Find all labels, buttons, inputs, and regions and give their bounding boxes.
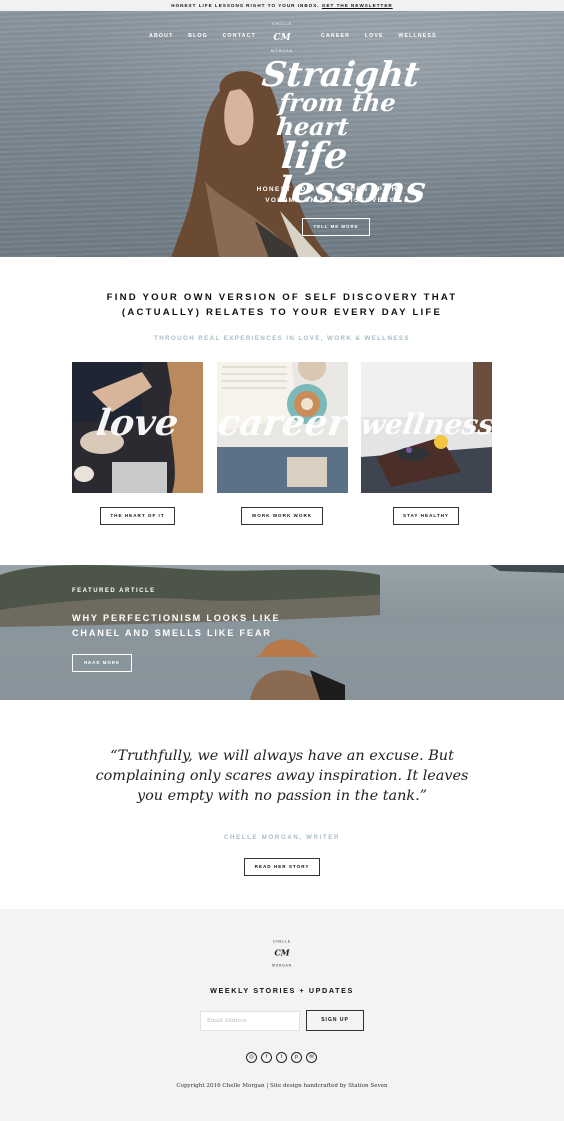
hero-script-line-2: from the heart <box>275 88 398 141</box>
nav-about[interactable]: ABOUT <box>149 33 173 39</box>
svg-text:CHELLE: CHELLE <box>273 939 291 943</box>
nav-left: ABOUT BLOG CONTACT <box>149 33 268 39</box>
email-field[interactable] <box>200 1011 300 1031</box>
work-work-work-button[interactable]: WORK WORK WORK <box>241 507 323 525</box>
newsletter-topbar: HONEST LIFE LESSONS RIGHT TO YOUR INBOX.… <box>0 0 564 11</box>
logo-initials: CM <box>273 33 291 43</box>
instagram-icon[interactable]: ◎ <box>246 1052 257 1063</box>
footer-newsletter-title: WEEKLY STORIES + UPDATES <box>210 986 354 995</box>
hero-script-line-1: Straight <box>259 55 422 95</box>
quote-text: “Truthfully, we will always have an excu… <box>95 748 469 804</box>
email-icon[interactable]: ✉ <box>306 1052 317 1063</box>
nav-love[interactable]: LOVE <box>365 33 384 39</box>
stay-healthy-button[interactable]: STAY HEALTHY <box>393 507 459 525</box>
read-more-button[interactable]: READ MORE <box>72 654 132 672</box>
twitter-icon[interactable]: t <box>276 1052 287 1063</box>
site-logo[interactable]: CM CHELLE MORGAN <box>264 19 300 55</box>
footer-logo-initials: CM <box>274 948 290 958</box>
card-career-image[interactable]: career <box>217 362 348 493</box>
topbar-text: HONEST LIFE LESSONS RIGHT TO YOUR INBOX. <box>171 3 320 8</box>
read-her-story-button[interactable]: READ HER STORY <box>244 858 320 876</box>
quote-author: CHELLE MORGAN, WRITER <box>223 834 341 841</box>
card-love-image[interactable]: love <box>72 362 203 493</box>
hero-subtitle-line-1: HONEST ADVICE TO TURN UP THE <box>256 186 404 193</box>
card-career-word: career <box>217 402 348 444</box>
card-love-word: love <box>93 402 182 444</box>
svg-text:MORGAN: MORGAN <box>272 963 292 967</box>
hero-banner: ABOUT BLOG CONTACT CM CHELLE MORGAN CARE… <box>0 11 564 257</box>
footer-logo[interactable]: CM CHELLE MORGAN <box>266 937 298 969</box>
tell-me-more-button[interactable]: TELL ME MORE <box>302 218 370 236</box>
svg-text:MORGAN: MORGAN <box>271 49 293 53</box>
hero-subtitle-line-2: VOLUME ON SELF DISCOVERY <box>265 197 395 204</box>
nav-contact[interactable]: CONTACT <box>223 33 256 39</box>
nav-blog[interactable]: BLOG <box>188 33 208 39</box>
discovery-title: FIND YOUR OWN VERSION OF SELF DISCOVERY … <box>0 290 564 320</box>
nav-wellness[interactable]: WELLNESS <box>398 33 436 39</box>
copyright-text: Copyright 2016 Chelle Morgan | Site desi… <box>176 1083 388 1089</box>
featured-label: FEATURED ARTICLE <box>72 588 156 594</box>
card-wellness-word: wellness <box>361 408 492 441</box>
nav-right: CAREER LOVE WELLNESS <box>321 33 449 39</box>
svg-text:CHELLE: CHELLE <box>272 22 292 26</box>
discovery-subtitle: THROUGH REAL EXPERIENCES IN LOVE, WORK &… <box>154 335 410 342</box>
featured-title-line-2: CHANEL AND SMELLS LIKE FEAR <box>72 628 272 638</box>
card-wellness-image[interactable]: wellness <box>361 362 492 493</box>
featured-title[interactable]: WHY PERFECTIONISM LOOKS LIKE CHANEL AND … <box>72 611 302 641</box>
facebook-icon[interactable]: f <box>261 1052 272 1063</box>
hero-subtitle: HONEST ADVICE TO TURN UP THE VOLUME ON S… <box>250 184 410 206</box>
discovery-title-line-1: FIND YOUR OWN VERSION OF SELF DISCOVERY … <box>106 292 458 303</box>
pinterest-icon[interactable]: p <box>291 1052 302 1063</box>
heart-of-it-button[interactable]: THE HEART OF IT <box>100 507 175 525</box>
newsletter-link[interactable]: GET THE NEWSLETTER <box>322 3 393 8</box>
sign-up-button[interactable]: SIGN UP <box>306 1010 364 1031</box>
featured-title-line-1: WHY PERFECTIONISM LOOKS LIKE <box>72 613 281 623</box>
discovery-title-line-2: (ACTUALLY) RELATES TO YOUR EVERY DAY LIF… <box>121 307 443 318</box>
nav-career[interactable]: CAREER <box>321 33 350 39</box>
